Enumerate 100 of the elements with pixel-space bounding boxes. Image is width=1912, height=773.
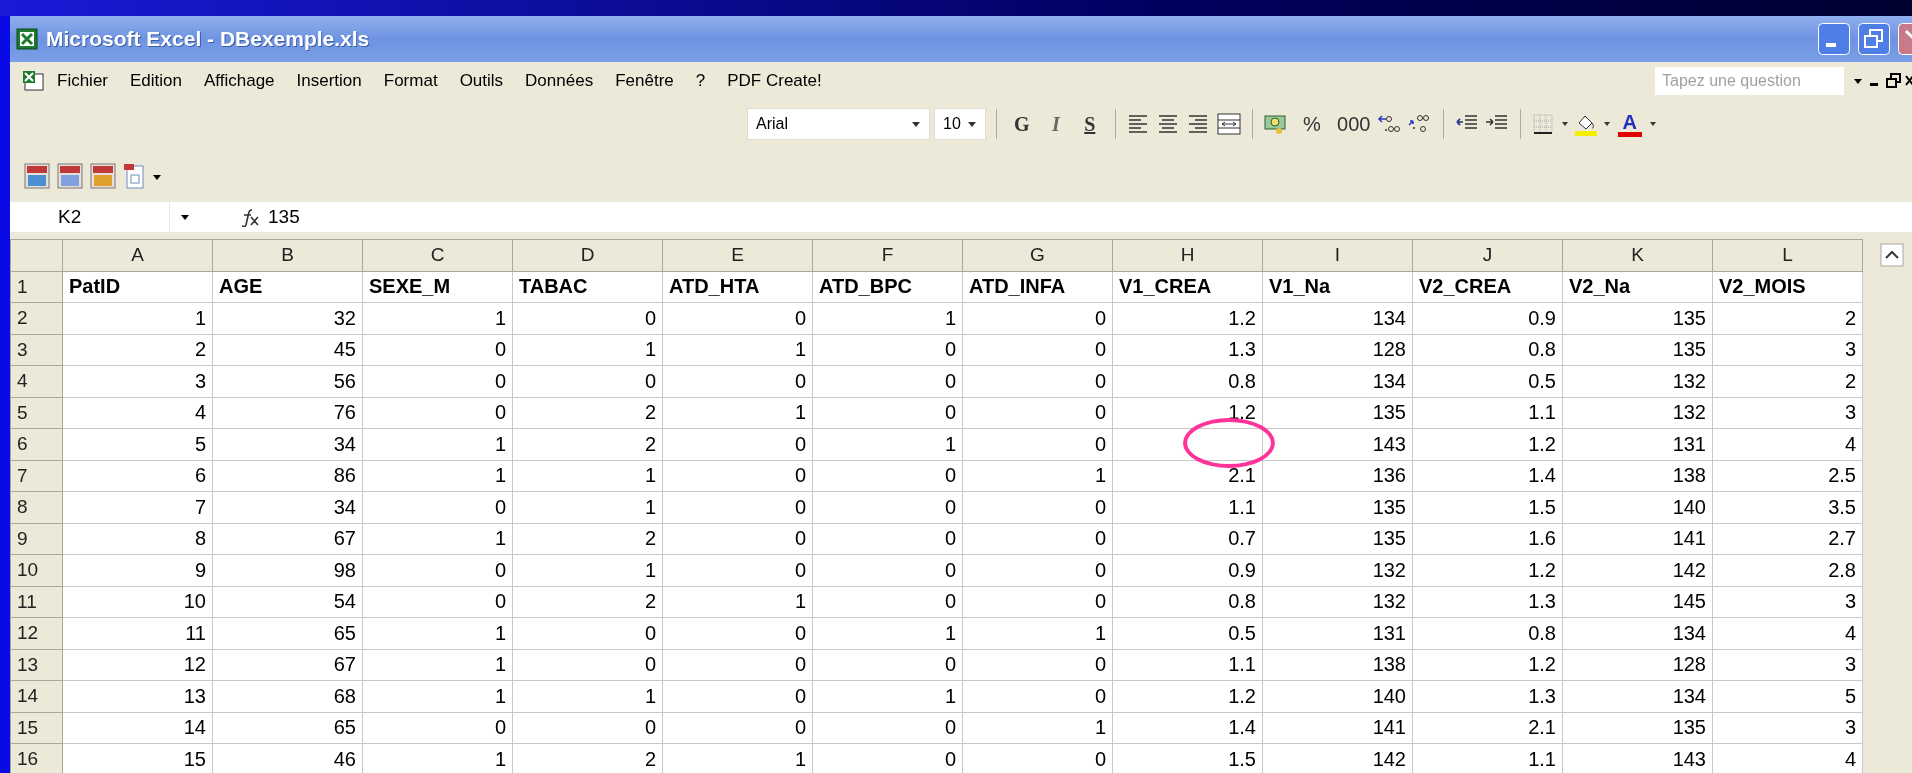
- font-field[interactable]: Arial: [747, 108, 930, 140]
- font-size-field[interactable]: 10: [934, 108, 986, 140]
- dropdown-icon[interactable]: [1648, 120, 1657, 128]
- column-header[interactable]: L: [1712, 239, 1863, 271]
- table-cell: 2.1: [1112, 460, 1263, 492]
- menu-item[interactable]: Edition: [119, 71, 193, 91]
- pdf-icon[interactable]: [90, 163, 116, 189]
- table-cell: 3: [62, 365, 213, 397]
- menu-item[interactable]: Format: [372, 71, 449, 91]
- column-header[interactable]: F: [812, 239, 963, 271]
- table-cell: 56: [212, 365, 363, 397]
- table-cell: 0.5: [1412, 365, 1563, 397]
- menu-item[interactable]: Insertion: [285, 71, 373, 91]
- column-header[interactable]: E: [662, 239, 813, 271]
- table-cell: 132: [1262, 586, 1413, 618]
- dropdown-icon[interactable]: [1602, 120, 1611, 128]
- table-cell: 0: [962, 334, 1113, 366]
- table-cell: V2_Na: [1562, 271, 1713, 303]
- menu-item[interactable]: Fichier: [46, 71, 119, 91]
- table-cell: 86: [212, 460, 363, 492]
- table-cell: 1.1: [1112, 649, 1263, 681]
- table-cell: 131: [1262, 617, 1413, 649]
- table-cell: 141: [1262, 712, 1413, 744]
- dropdown-icon[interactable]: [1852, 76, 1864, 86]
- table-cell: 1: [362, 428, 513, 460]
- pdf-icon[interactable]: [24, 163, 50, 189]
- column-header[interactable]: J: [1412, 239, 1563, 271]
- menu-item[interactable]: PDF Create!: [716, 71, 833, 91]
- underline-button[interactable]: S: [1074, 109, 1105, 139]
- font-color-button[interactable]: A: [1614, 109, 1645, 139]
- row-header[interactable]: 9: [10, 523, 63, 555]
- function-icon[interactable]: [240, 207, 260, 227]
- row-header[interactable]: 7: [10, 460, 63, 492]
- font-size: 10: [943, 115, 961, 133]
- menu-item[interactable]: Fenêtre: [604, 71, 685, 91]
- formula-value[interactable]: 135: [268, 206, 300, 228]
- row-header[interactable]: 12: [10, 617, 63, 649]
- menu-item[interactable]: Données: [514, 71, 605, 91]
- table-cell: 0: [662, 302, 813, 334]
- row-header[interactable]: 14: [10, 680, 63, 712]
- table-cell: 2: [1712, 302, 1863, 334]
- row-header[interactable]: 6: [10, 428, 63, 460]
- table-cell: 1: [362, 523, 513, 555]
- format-button[interactable]: 000: [1334, 109, 1373, 139]
- column-header[interactable]: K: [1562, 239, 1713, 271]
- table-cell: 34: [212, 491, 363, 523]
- table-cell: 138: [1262, 649, 1413, 681]
- menu-item[interactable]: ?: [684, 71, 717, 91]
- menu-item[interactable]: Outils: [448, 71, 515, 91]
- column-header[interactable]: C: [362, 239, 513, 271]
- table-cell: 132: [1262, 554, 1413, 586]
- table-cell: 0: [962, 397, 1113, 429]
- table-cell: 1: [512, 554, 663, 586]
- dropdown-icon[interactable]: [966, 120, 977, 128]
- table-cell: 1: [362, 617, 513, 649]
- table-cell: 2.5: [1712, 460, 1863, 492]
- row-header[interactable]: 15: [10, 712, 63, 744]
- format-button[interactable]: %: [1292, 109, 1331, 139]
- dropdown-icon[interactable]: [911, 120, 921, 128]
- bold-button[interactable]: G: [1006, 109, 1037, 139]
- table-cell: 0: [962, 365, 1113, 397]
- row-header[interactable]: 11: [10, 586, 63, 618]
- document-icon[interactable]: [123, 163, 145, 189]
- column-header[interactable]: A: [62, 239, 213, 271]
- column-header[interactable]: D: [512, 239, 663, 271]
- row-header[interactable]: 16: [10, 743, 63, 773]
- restore-icon[interactable]: [1884, 71, 1904, 91]
- table-cell: 140: [1262, 680, 1413, 712]
- table-cell: 0: [512, 649, 663, 681]
- row-header[interactable]: 4: [10, 365, 63, 397]
- column-header[interactable]: B: [212, 239, 363, 271]
- row-header[interactable]: 5: [10, 397, 63, 429]
- table-cell: ATD_HTA: [662, 271, 813, 303]
- row-header[interactable]: 1: [10, 271, 63, 303]
- table-cell: 1: [812, 302, 963, 334]
- table-cell: 141: [1562, 523, 1713, 555]
- dropdown-icon[interactable]: [180, 213, 190, 221]
- row-header[interactable]: 13: [10, 649, 63, 681]
- column-header[interactable]: G: [962, 239, 1113, 271]
- table-cell: 1.3: [1412, 680, 1563, 712]
- row-header[interactable]: 2: [10, 302, 63, 334]
- table-cell: 142: [1562, 554, 1713, 586]
- row-header[interactable]: 10: [10, 554, 63, 586]
- dropdown-icon[interactable]: [1560, 120, 1569, 128]
- column-header[interactable]: I: [1262, 239, 1413, 271]
- scroll-up-icon[interactable]: [1880, 243, 1904, 267]
- italic-button[interactable]: I: [1040, 109, 1071, 139]
- table-cell: 0: [962, 680, 1113, 712]
- row-header[interactable]: 8: [10, 491, 63, 523]
- table-cell: AGE: [212, 271, 363, 303]
- table-cell: 1: [512, 491, 663, 523]
- menu-item[interactable]: Affichage: [193, 71, 286, 91]
- pdf-icon[interactable]: [57, 163, 83, 189]
- help-field[interactable]: Tapez une question: [1655, 67, 1844, 95]
- merge-cells-icon[interactable]: [1215, 111, 1242, 137]
- row-header[interactable]: 3: [10, 334, 63, 366]
- table-cell: 1.2: [1112, 397, 1263, 429]
- table-cell: 0.8: [1112, 365, 1263, 397]
- table-cell: 0.5: [1112, 617, 1263, 649]
- column-header[interactable]: H: [1112, 239, 1263, 271]
